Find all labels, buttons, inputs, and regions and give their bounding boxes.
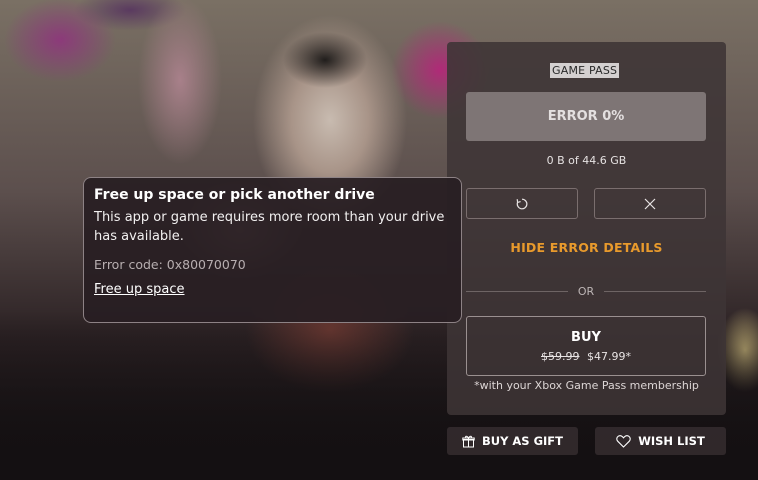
cancel-button[interactable] [594, 188, 706, 219]
buy-as-gift-button[interactable]: BUY AS GIFT [447, 427, 578, 455]
divider-line-left [466, 290, 568, 292]
progress-label: ERROR 0% [547, 109, 625, 124]
wish-list-label: WISH LIST [638, 434, 705, 448]
install-progress-button[interactable]: ERROR 0% [466, 92, 706, 141]
error-details-popup: Free up space or pick another drive This… [83, 177, 462, 323]
error-message: This app or game requires more room than… [94, 210, 445, 244]
buy-button[interactable]: BUY $59.99 $47.99* [466, 316, 706, 376]
discounted-price: $47.99* [587, 349, 631, 363]
gift-icon [462, 435, 475, 448]
purchase-panel: GAME PASS ERROR 0% 0 B of 44.6 GB HIDE E… [447, 42, 726, 415]
error-title: Free up space or pick another drive [94, 187, 375, 203]
retry-button[interactable] [466, 188, 578, 219]
error-code: Error code: 0x80070070 [94, 257, 246, 272]
game-pass-badge: GAME PASS [550, 63, 620, 78]
close-icon [643, 197, 657, 211]
buy-label: BUY [571, 329, 601, 345]
retry-icon [515, 197, 529, 211]
or-label: OR [577, 284, 595, 298]
original-price: $59.99 [541, 349, 580, 363]
or-divider: OR [466, 284, 706, 298]
free-up-space-link[interactable]: Free up space [94, 282, 184, 297]
price-row: $59.99 $47.99* [541, 350, 631, 363]
buy-as-gift-label: BUY AS GIFT [481, 434, 564, 448]
divider-line-right [604, 290, 706, 292]
download-size-text: 0 B of 44.6 GB [546, 154, 627, 167]
wish-list-button[interactable]: WISH LIST [595, 427, 726, 455]
membership-note: *with your Xbox Game Pass membership [474, 379, 699, 392]
hide-error-details-link[interactable]: HIDE ERROR DETAILS [447, 240, 726, 255]
heart-icon [616, 434, 631, 448]
